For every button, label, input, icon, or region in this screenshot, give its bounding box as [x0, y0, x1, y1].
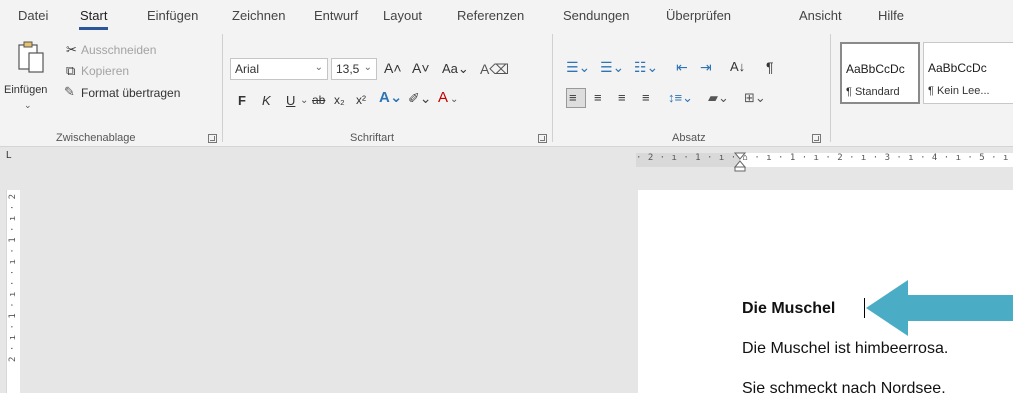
highlight-icon[interactable]: ✐⌄: [408, 90, 431, 106]
paragraph-group-label: Absatz: [672, 132, 706, 144]
tab-ueberpruefen[interactable]: Überprüfen: [666, 8, 731, 23]
text-caret: [864, 298, 865, 318]
font-color-icon[interactable]: A: [438, 90, 448, 106]
vertical-ruler-scale: 2 · ı · 1 · ı · · ı · 1 · ı · 2: [8, 194, 18, 362]
superscript-icon[interactable]: x²: [356, 92, 366, 108]
show-formatting-button[interactable]: ¶: [766, 59, 774, 75]
tab-einfuegen[interactable]: Einfügen: [147, 8, 198, 23]
format-painter-icon: ✎: [64, 84, 75, 99]
align-left-button[interactable]: ≡: [566, 88, 586, 108]
format-painter-button[interactable]: Format übertragen: [81, 86, 180, 100]
tab-entwurf[interactable]: Entwurf: [314, 8, 358, 23]
font-name-value: Arial: [235, 62, 260, 76]
chevron-down-icon: ⌄: [314, 62, 323, 73]
paste-label: Einfügen: [4, 84, 48, 96]
font-group-label: Schriftart: [350, 132, 395, 144]
paragraph-launcher-icon[interactable]: [812, 134, 821, 143]
ribbon: Einfügen ⌄ ✂ Ausschneiden ⧉ Kopieren ✎ F…: [0, 30, 1013, 147]
paste-button[interactable]: Einfügen ⌄: [4, 40, 58, 126]
change-case-icon[interactable]: Aa⌄: [442, 61, 469, 77]
group-divider: [222, 34, 223, 142]
horizontal-ruler-scale: · 2 · ı · 1 · ı · ⌂ · ı · 1 · ı · 2 · ı …: [636, 153, 1013, 163]
scissors-icon: ✂: [66, 42, 77, 57]
clipboard-launcher-icon[interactable]: [208, 134, 217, 143]
tab-ansicht[interactable]: Ansicht: [799, 8, 842, 23]
tab-layout[interactable]: Layout: [383, 8, 422, 23]
style-standard[interactable]: AaBbCcDc ¶ Standard: [840, 42, 920, 104]
bullets-icon[interactable]: ☰⌄: [566, 59, 590, 75]
tab-zeichnen[interactable]: Zeichnen: [232, 8, 285, 23]
indent-marker-icon[interactable]: [734, 152, 746, 172]
tab-start[interactable]: Start: [78, 8, 109, 30]
justify-icon[interactable]: ≡: [642, 90, 650, 106]
document-line[interactable]: Die Muschel ist himbeerrosa.: [742, 340, 948, 358]
chevron-down-icon: ⌄: [300, 95, 309, 106]
style-sample: AaBbCcDc: [928, 61, 987, 75]
vertical-ruler[interactable]: 2 · ı · 1 · ı · · ı · 1 · ı · 2: [6, 190, 20, 393]
multilevel-list-icon[interactable]: ☷⌄: [634, 59, 658, 75]
borders-icon[interactable]: ⊞⌄: [744, 90, 766, 106]
font-launcher-icon[interactable]: [538, 134, 547, 143]
style-sample: AaBbCcDc: [846, 62, 905, 76]
shading-icon[interactable]: ▰⌄: [708, 90, 729, 106]
bold-button[interactable]: F: [238, 93, 246, 108]
sort-icon[interactable]: A↓: [730, 59, 745, 75]
tab-referenzen[interactable]: Referenzen: [457, 8, 524, 23]
line-spacing-icon[interactable]: ↕≡⌄: [668, 90, 693, 106]
subscript-icon[interactable]: x₂: [334, 92, 345, 108]
tab-hilfe[interactable]: Hilfe: [878, 8, 904, 23]
chevron-down-icon: ⌄: [24, 100, 32, 110]
italic-button[interactable]: K: [262, 93, 271, 108]
align-right-icon[interactable]: ≡: [618, 90, 626, 106]
document-line[interactable]: Sie schmeckt nach Nordsee.: [742, 380, 946, 393]
align-left-icon: ≡: [569, 90, 577, 105]
tab-sendungen[interactable]: Sendungen: [563, 8, 630, 23]
underline-button[interactable]: U: [286, 93, 295, 108]
chevron-down-icon: ⌄: [363, 62, 372, 73]
ribbon-tab-bar: Datei Start Einfügen Zeichnen Entwurf La…: [0, 0, 1013, 30]
font-size-value: 13,5: [336, 62, 360, 76]
align-center-icon[interactable]: ≡: [594, 90, 602, 106]
font-size-select[interactable]: 13,5 ⌄: [331, 58, 377, 80]
chevron-down-icon: ⌄: [450, 94, 459, 105]
tab-datei[interactable]: Datei: [18, 8, 48, 23]
document-heading[interactable]: Die Muschel: [742, 300, 835, 318]
style-no-spacing[interactable]: AaBbCcDc ¶ Kein Lee...: [923, 42, 1013, 104]
increase-indent-icon[interactable]: ⇥: [700, 59, 712, 75]
strikethrough-icon[interactable]: ab: [312, 92, 325, 108]
clear-formatting-icon[interactable]: A⌫: [480, 61, 509, 77]
annotation-arrow: [866, 280, 1013, 336]
paste-icon: [18, 41, 44, 73]
decrease-indent-icon[interactable]: ⇤: [676, 59, 688, 75]
tab-selector[interactable]: L: [6, 150, 12, 161]
copy-button[interactable]: Kopieren: [81, 64, 129, 78]
shrink-font-icon[interactable]: A˅: [412, 60, 430, 76]
style-name: ¶ Kein Lee...: [928, 85, 990, 97]
grow-font-icon[interactable]: A˄: [384, 60, 402, 76]
clipboard-group-label: Zwischenablage: [56, 132, 136, 144]
numbering-icon[interactable]: ☰⌄: [600, 59, 624, 75]
font-name-select[interactable]: Arial ⌄: [230, 58, 328, 80]
cut-button[interactable]: Ausschneiden: [81, 43, 156, 57]
copy-icon: ⧉: [66, 63, 76, 78]
group-divider: [830, 34, 831, 142]
style-name: ¶ Standard: [846, 86, 900, 98]
text-effects-icon[interactable]: A⌄: [379, 90, 402, 106]
group-divider: [552, 34, 553, 142]
